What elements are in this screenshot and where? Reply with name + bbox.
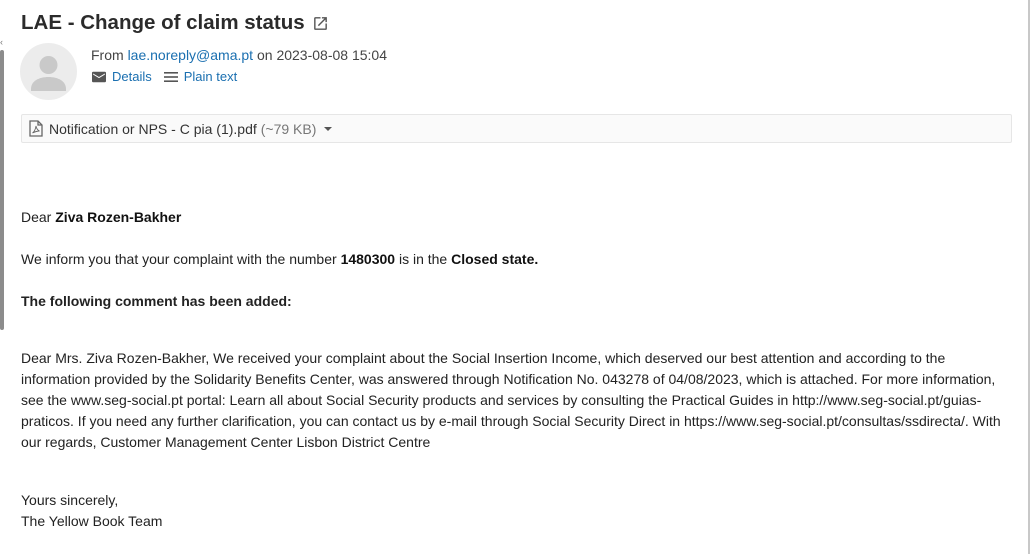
external-link-icon[interactable] <box>312 15 329 32</box>
details-label: Details <box>112 69 152 84</box>
comment-text: Dear Mrs. Ziva Rozen-Bakher, We received… <box>21 350 1001 450</box>
signature-text: The Yellow Book Team <box>21 513 163 529</box>
complaint-number: 1480300 <box>340 251 396 267</box>
from-line: From lae.noreply@ama.pt on 2023-08-08 15… <box>91 47 387 63</box>
greeting: Dear Ziva Rozen-Bakher <box>21 207 181 228</box>
email-subject: LAE - Change of claim status <box>21 11 329 35</box>
comment-heading: The following comment has been added: <box>21 293 292 309</box>
right-scrollbar[interactable] <box>1028 0 1030 554</box>
attachment-filename[interactable]: Notification or NPS - C pia (1).pdf <box>49 121 257 137</box>
inform-middle: is in the <box>398 251 448 267</box>
email-view: ‹ LAE - Change of claim status From lae.… <box>0 0 1031 554</box>
sent-date: 2023-08-08 15:04 <box>276 47 387 63</box>
caret-down-icon[interactable] <box>323 124 333 134</box>
menu-lines-icon <box>163 71 178 82</box>
plain-text-button[interactable]: Plain text <box>163 69 238 84</box>
avatar-placeholder-icon <box>31 56 66 91</box>
subject-text: LAE - Change of claim status <box>21 11 305 34</box>
attachment-size: (~79 KB) <box>260 120 317 137</box>
scroll-up-arrow-icon[interactable]: ‹ <box>0 38 6 47</box>
plain-text-label: Plain text <box>183 69 238 84</box>
pdf-file-icon <box>29 120 43 137</box>
recipient-name: Ziva Rozen-Bakher <box>55 209 182 225</box>
details-button[interactable]: Details <box>92 69 152 84</box>
left-scroll-indicator[interactable] <box>0 50 4 330</box>
inform-prefix: We inform you that your complaint with t… <box>21 251 337 267</box>
on-label: on <box>256 47 273 63</box>
attachment-item[interactable]: Notification or NPS - C pia (1).pdf (~79… <box>21 114 1012 143</box>
greeting-prefix: Dear <box>21 209 52 225</box>
status-paragraph: We inform you that your complaint with t… <box>21 249 538 270</box>
from-label: From <box>91 47 124 63</box>
sender-email-link[interactable]: lae.noreply@ama.pt <box>128 47 254 63</box>
sender-avatar <box>20 43 77 100</box>
closing-text: Yours sincerely, <box>21 492 119 508</box>
complaint-state: Closed state. <box>451 251 539 267</box>
header-actions: Details Plain text <box>92 69 237 84</box>
envelope-icon <box>92 71 106 82</box>
